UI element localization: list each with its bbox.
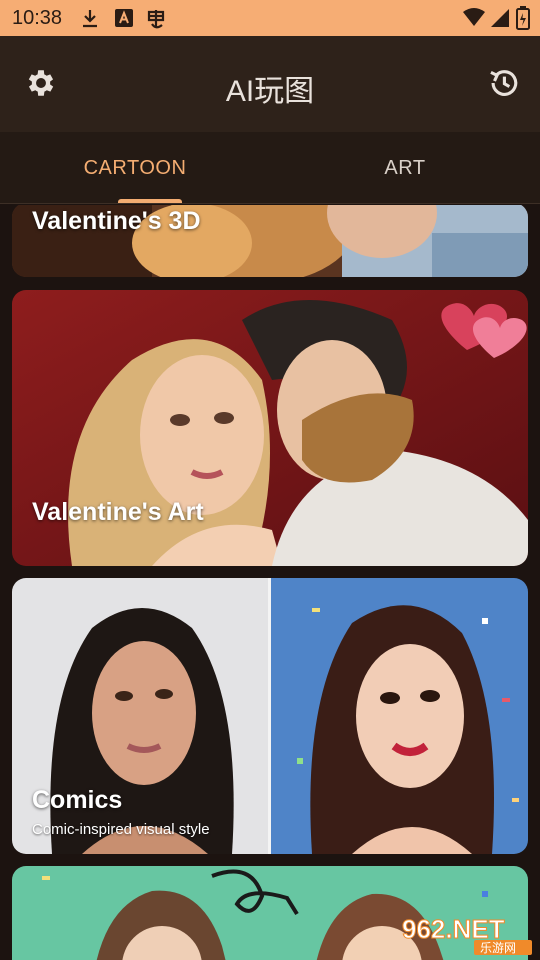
font-a-icon [115,9,133,27]
wifi-icon [463,8,485,26]
cellular-signal-icon [491,9,509,27]
tab-art[interactable]: ART [270,132,540,204]
svg-text:乐游网: 乐游网 [480,941,516,955]
bug-icon [147,10,165,29]
card-subtitle: Comic-inspired visual style [32,821,210,838]
style-card-valentines-3d[interactable]: Valentine's 3D [12,205,528,277]
battery-icon [516,6,530,30]
status-time: 10:38 [12,7,63,29]
svg-text:962.NET: 962.NET [402,914,505,944]
card-title: Valentine's Art [32,498,204,526]
tab-cartoon[interactable]: CARTOON [0,132,270,204]
history-icon[interactable] [486,66,520,100]
download-icon [83,10,97,28]
active-tab-indicator [118,199,182,203]
style-card-valentines-art[interactable]: Valentine's Art [12,290,528,566]
app-title: AI玩图 [225,75,315,108]
style-card-list[interactable]: Valentine's 3D Valentine's Art Comics Co… [0,205,540,960]
card-title: Valentine's 3D [32,207,201,235]
app-bar: AI玩图 [0,36,540,132]
tab-bar: CARTOON ART [0,132,540,204]
status-bar: 10:38 [0,0,540,36]
card-title: Comics [32,786,123,814]
style-card-comics[interactable]: Comics Comic-inspired visual style [12,578,528,854]
watermark-image: 962.NET 乐游网 [402,914,532,955]
watermark-logo: 962.NET 乐游网 [400,912,536,956]
